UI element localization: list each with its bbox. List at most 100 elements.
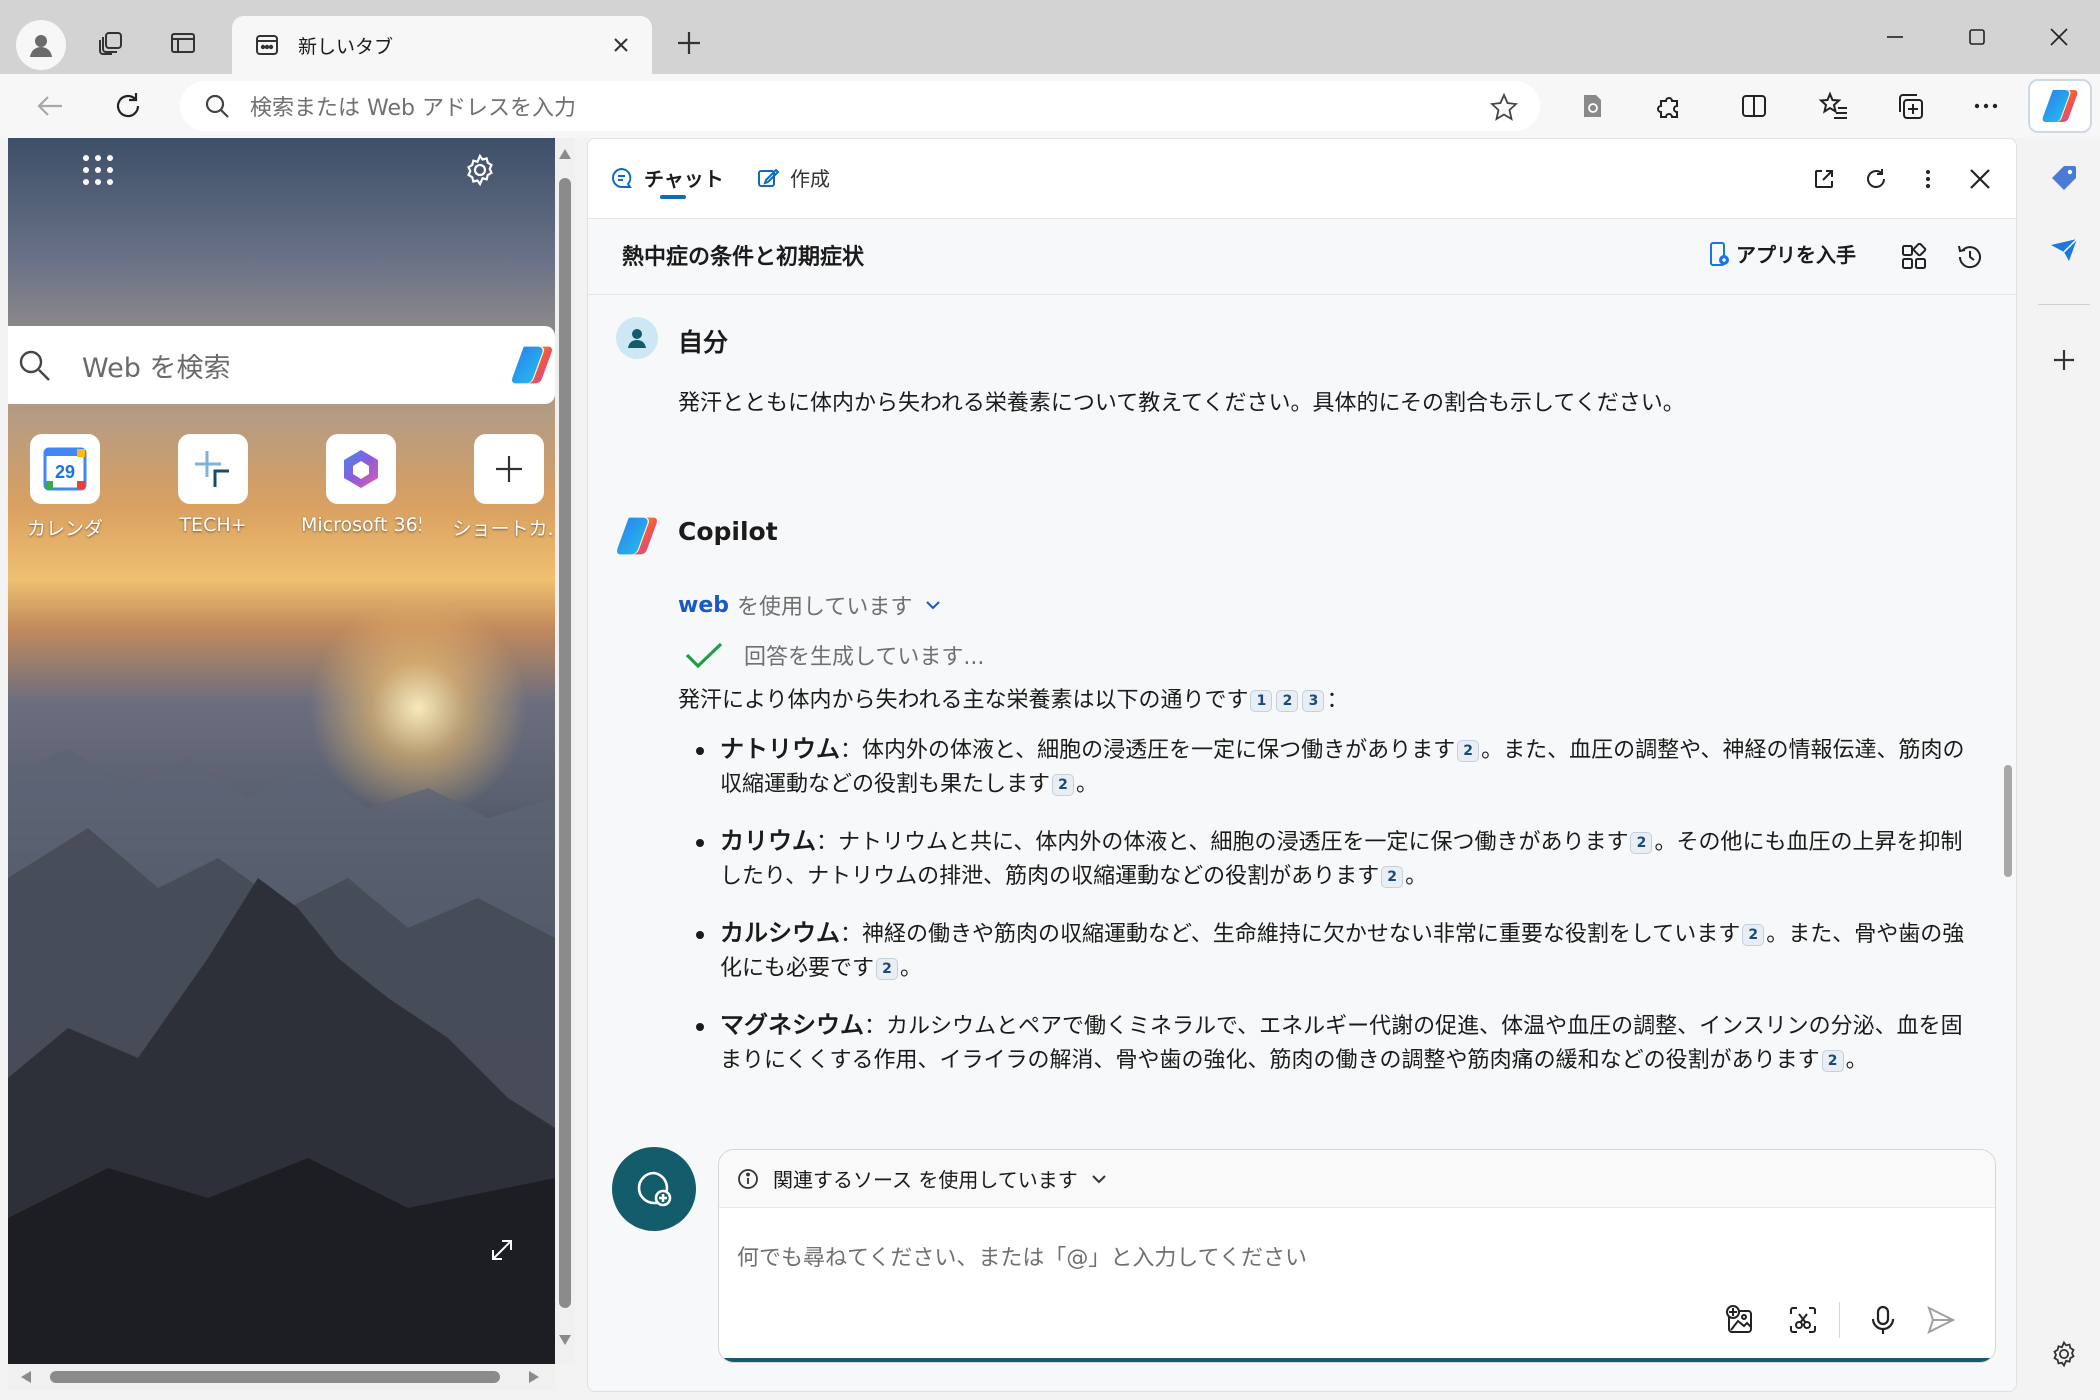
favorite-star-icon[interactable] bbox=[1490, 93, 1518, 121]
page-settings-button[interactable] bbox=[458, 148, 502, 192]
screenshot-button[interactable] bbox=[1781, 1298, 1825, 1342]
sidebar-settings-button[interactable] bbox=[2042, 1332, 2086, 1376]
nutrient-list: ナトリウム：体内外の体液と、細胞の浸透圧を一定に保つ働きがあります 2 。また、血圧… bbox=[678, 732, 1978, 1078]
vertical-tabs-button[interactable] bbox=[158, 18, 208, 68]
citation-badge[interactable]: 2 bbox=[876, 958, 899, 980]
user-message: 発汗とともに体内から失われる栄養素について教えてください。具体的にその割合も示し… bbox=[678, 391, 1685, 416]
tab-chat[interactable]: チャット bbox=[610, 163, 724, 192]
refresh-button[interactable] bbox=[104, 82, 152, 130]
user-avatar bbox=[616, 317, 658, 359]
close-icon bbox=[614, 38, 628, 52]
add-image-button[interactable] bbox=[1719, 1298, 1763, 1342]
more-menu-button[interactable] bbox=[1962, 82, 2010, 130]
citation-badge[interactable]: 3 bbox=[1302, 690, 1325, 712]
pane-more-button[interactable] bbox=[1908, 159, 1948, 199]
background-mountains bbox=[8, 748, 555, 1364]
chat-scrollbar-thumb[interactable] bbox=[2004, 765, 2012, 877]
generation-status: 回答を生成しています... bbox=[684, 639, 984, 671]
favorites-button[interactable] bbox=[1810, 82, 1858, 130]
history-icon bbox=[1958, 245, 1981, 269]
using-web-label: を使用しています bbox=[737, 595, 913, 620]
ntp-horizontal-scrollbar[interactable] bbox=[8, 1364, 555, 1390]
sidebar-item-drop[interactable] bbox=[2042, 228, 2086, 272]
scroll-thumb[interactable] bbox=[559, 178, 571, 1308]
shortcut-tile bbox=[178, 434, 248, 504]
mobile-app-icon bbox=[1710, 241, 1729, 266]
active-tab[interactable]: 新しいタブ bbox=[232, 16, 652, 74]
history-button[interactable] bbox=[1950, 237, 1990, 277]
scroll-thumb[interactable] bbox=[50, 1371, 500, 1383]
close-window-button[interactable] bbox=[2030, 14, 2088, 60]
scroll-down-arrow-icon[interactable] bbox=[558, 1334, 572, 1346]
shortcut-add[interactable]: ショートカ... bbox=[452, 434, 555, 541]
new-tab-page-icon bbox=[256, 35, 278, 55]
expand-icon[interactable] bbox=[488, 1236, 516, 1264]
web-search-box[interactable]: Web を検索 bbox=[8, 326, 555, 404]
shortcut-microsoft-365[interactable]: Microsoft 365 bbox=[301, 434, 421, 536]
chat-bubble-icon bbox=[612, 167, 632, 188]
assistant-answer: 発汗により体内から失われる主な栄養素は以下の通りです 1 2 3： ナトリウム：体内外… bbox=[678, 684, 1978, 1100]
refresh-chat-button[interactable] bbox=[1856, 159, 1896, 199]
screenshot-icon bbox=[1790, 1307, 1816, 1333]
ntp-vertical-scrollbar[interactable] bbox=[555, 138, 575, 1364]
scroll-left-arrow-icon[interactable] bbox=[20, 1370, 32, 1384]
sources-toggle[interactable]: 関連するソース を使用しています bbox=[719, 1150, 1995, 1208]
scroll-up-arrow-icon[interactable] bbox=[558, 148, 572, 160]
chevron-down-icon bbox=[1092, 1174, 1106, 1183]
list-item: ナトリウム：体内外の体液と、細胞の浸透圧を一定に保つ働きがあります 2 。また、血圧… bbox=[678, 732, 1978, 802]
microphone-button[interactable] bbox=[1861, 1298, 1905, 1342]
app-launcher-button[interactable] bbox=[78, 150, 118, 190]
tab-title: 新しいタブ bbox=[298, 35, 394, 58]
composer-focus-line bbox=[719, 1358, 1995, 1362]
new-tab-button[interactable] bbox=[664, 18, 714, 68]
tab-close-button[interactable] bbox=[604, 28, 638, 62]
citation-badge[interactable]: 2 bbox=[1630, 832, 1653, 854]
close-icon bbox=[1970, 169, 1990, 189]
apps-grid-icon bbox=[83, 155, 113, 185]
collections-button[interactable] bbox=[1886, 82, 1934, 130]
sidebar-add-button[interactable] bbox=[2042, 338, 2086, 382]
citation-badge[interactable]: 1 bbox=[1250, 690, 1273, 712]
citation-badge[interactable]: 2 bbox=[1742, 924, 1765, 946]
list-item: マグネシウム：カルシウムとペアで働くミネラルで、エネルギー代謝の促進、体温や血圧… bbox=[678, 1008, 1978, 1078]
shortcut-tech-plus[interactable]: TECH+ bbox=[158, 434, 268, 536]
maximize-button[interactable] bbox=[1948, 14, 2006, 60]
extension-button[interactable] bbox=[1568, 82, 1616, 130]
scroll-right-arrow-icon[interactable] bbox=[528, 1370, 540, 1384]
minimize-button[interactable] bbox=[1866, 14, 1924, 60]
copilot-toolbar-button[interactable] bbox=[2028, 79, 2092, 133]
close-icon bbox=[2050, 28, 2068, 46]
citation-badge[interactable]: 2 bbox=[1381, 866, 1404, 888]
new-topic-button[interactable] bbox=[612, 1147, 696, 1231]
using-web-keyword: web bbox=[678, 592, 729, 618]
sidebar-item-shopping[interactable] bbox=[2042, 156, 2086, 200]
plugins-button[interactable] bbox=[1894, 237, 1934, 277]
split-screen-icon bbox=[1742, 95, 1766, 117]
open-in-new-tab-button[interactable] bbox=[1804, 159, 1844, 199]
address-bar[interactable]: 検索または Web アドレスを入力 bbox=[180, 81, 1540, 131]
workspaces-button[interactable] bbox=[86, 18, 136, 68]
chat-input[interactable]: 何でも尋ねてください、または「@」と入力してください bbox=[737, 1240, 1307, 1272]
close-pane-button[interactable] bbox=[1960, 159, 2000, 199]
using-web-toggle[interactable]: web を使用しています bbox=[678, 589, 942, 621]
checkmark-icon bbox=[685, 642, 723, 669]
back-button[interactable] bbox=[26, 82, 74, 130]
get-app-button[interactable]: アプリを入手 bbox=[1708, 239, 1856, 268]
copilot-header: チャット 作成 bbox=[588, 139, 2016, 219]
citation-badge[interactable]: 2 bbox=[1821, 1050, 1844, 1072]
citation-badge[interactable]: 2 bbox=[1276, 690, 1299, 712]
citation-badge[interactable]: 2 bbox=[1052, 774, 1075, 796]
new-tab-page: Web を検索 29 カレンダ TECH+ Microsoft 365 ショート… bbox=[8, 138, 555, 1364]
tab-compose[interactable]: 作成 bbox=[756, 163, 830, 192]
split-screen-button[interactable] bbox=[1730, 82, 1778, 130]
send-button[interactable] bbox=[1919, 1298, 1963, 1342]
chevron-down-icon bbox=[926, 601, 941, 610]
shortcut-calendar[interactable]: 29 カレンダ bbox=[10, 434, 120, 541]
profile-button[interactable] bbox=[16, 20, 66, 70]
get-app-label: アプリを入手 bbox=[1736, 243, 1856, 267]
puzzle-icon bbox=[1657, 97, 1678, 118]
extensions-button[interactable] bbox=[1646, 82, 1694, 130]
calendar-day-number: 29 bbox=[55, 462, 75, 482]
citation-badge[interactable]: 2 bbox=[1457, 740, 1480, 762]
copilot-icon[interactable] bbox=[509, 340, 555, 390]
